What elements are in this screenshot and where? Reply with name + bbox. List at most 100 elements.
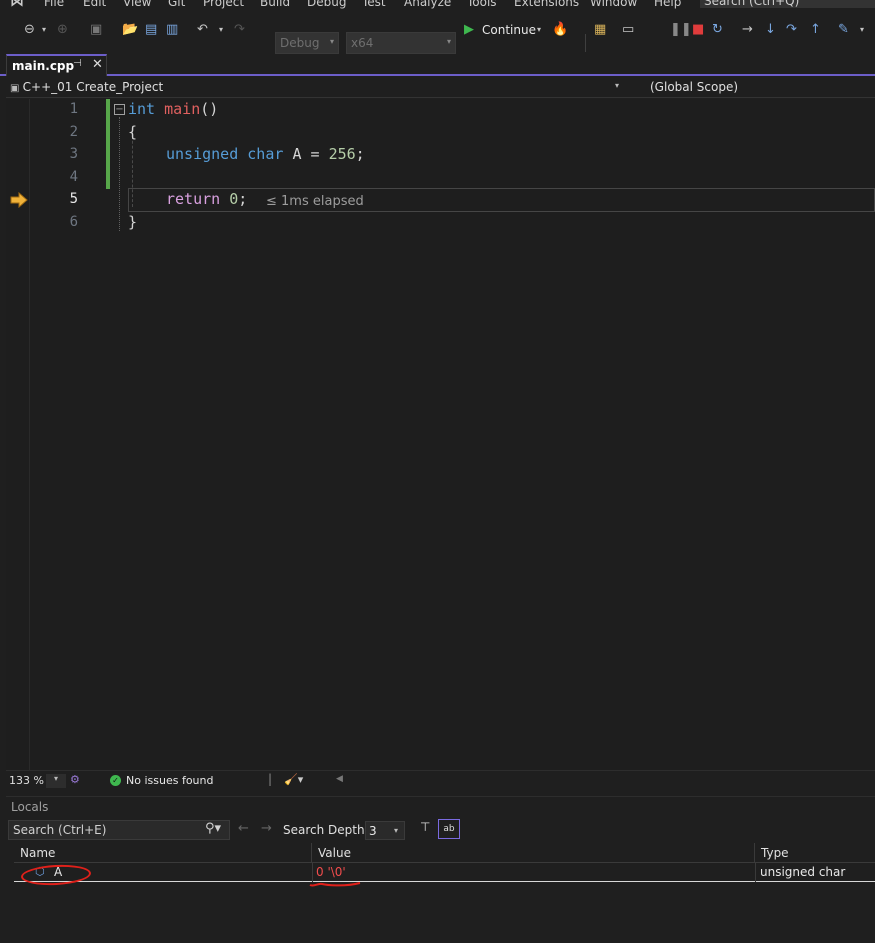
process-explorer-icon[interactable]: ▦ (594, 22, 606, 38)
pin-icon[interactable]: ⊣ (73, 58, 82, 69)
tab-main-cpp[interactable]: main.cpp ⊣ ✕ (6, 54, 107, 76)
global-search-input[interactable]: Search (Ctrl+Q) (700, 0, 875, 8)
code-line-2[interactable]: { (128, 123, 137, 141)
step-out-icon[interactable]: ↑ (810, 22, 821, 38)
row-type: unsigned char (760, 865, 846, 879)
forward-icon[interactable]: ⊕ (57, 22, 68, 38)
visual-studio-logo-icon[interactable]: ⋈ (10, 0, 34, 10)
chevron-down-icon: ▾ (446, 37, 451, 46)
stop-icon[interactable]: ■ (692, 22, 704, 38)
search-back-icon[interactable]: ← (238, 821, 249, 836)
menu-extensions[interactable]: Extensions (514, 0, 579, 9)
continue-play-icon[interactable]: ▶ (464, 22, 474, 38)
new-project-icon[interactable]: ▣ (90, 22, 102, 38)
menu-view[interactable]: View (123, 0, 151, 9)
redo-icon[interactable]: ↷ (234, 22, 245, 38)
column-header-name[interactable]: Name (14, 843, 312, 863)
platform-dropdown[interactable]: x64 ▾ (346, 32, 456, 54)
column-header-type[interactable]: Type (755, 843, 875, 863)
menu-project[interactable]: Project (203, 0, 244, 9)
locals-title: Locals (11, 800, 49, 814)
locals-window-header: Locals (6, 796, 875, 816)
code-line-6[interactable]: } (128, 213, 137, 231)
outline-guide (119, 117, 120, 231)
code-editor[interactable]: 1 2 3 4 5 6 − int main() { unsigned char… (6, 99, 875, 770)
configuration-dropdown[interactable]: Debug ▾ (275, 32, 339, 54)
line-number: 4 (69, 169, 78, 185)
editor-status-bar: 133 % ▾ ⚙ ✓ No issues found | 🧹▾ ◀ (6, 770, 875, 790)
change-indicator-bar (106, 99, 110, 189)
menu-edit[interactable]: Edit (83, 0, 106, 9)
menu-tools[interactable]: Tools (467, 0, 497, 9)
project-name: C++_01 Create_Project (22, 80, 164, 94)
search-placeholder: Search (Ctrl+E) (13, 823, 107, 837)
search-depth-dropdown[interactable]: 3 ▾ (365, 821, 405, 840)
undo-icon[interactable]: ↶ (197, 22, 208, 38)
layout-icon[interactable]: ▭ (622, 22, 634, 38)
current-statement-arrow-icon (10, 192, 28, 208)
collapse-icon[interactable]: − (114, 104, 125, 115)
chevron-down-icon: ▾ (394, 826, 399, 835)
locals-search-input[interactable]: Search (Ctrl+E) ⚲▾ (8, 820, 230, 840)
code-line-3[interactable]: unsigned char A = 256; (166, 145, 365, 163)
hex-display-toggle-icon[interactable]: ab (438, 819, 460, 839)
menu-file[interactable]: File (44, 0, 64, 9)
menu-window[interactable]: Window (590, 0, 637, 9)
chevron-down-icon[interactable]: ▾ (615, 81, 619, 90)
menu-test[interactable]: Test (362, 0, 386, 9)
search-forward-icon[interactable]: → (261, 821, 272, 836)
perf-tip-elapsed[interactable]: ≤ 1ms elapsed (266, 194, 364, 209)
toolbar-overflow-icon[interactable]: ▾ (860, 22, 864, 38)
locals-grid: Name Value Type ⬡ A 0 '\0' unsigned char (14, 843, 875, 943)
code-cleanup-icon[interactable]: 🧹▾ (284, 773, 303, 786)
line-number: 2 (69, 124, 78, 140)
close-icon[interactable]: ✕ (92, 57, 103, 72)
save-icon[interactable]: ▤ (145, 22, 157, 38)
hot-reload-icon[interactable]: 🔥 (552, 22, 568, 38)
search-depth-value: 3 (369, 824, 377, 838)
line-number: 6 (69, 214, 78, 230)
cpp-file-icon: ▣ (10, 83, 23, 94)
platform-value: x64 (351, 36, 374, 50)
back-icon[interactable]: ⊖ (24, 22, 35, 38)
diagnostic-tools-icon[interactable]: ✎ (838, 22, 849, 38)
save-all-icon[interactable]: ▥ (166, 22, 178, 38)
issues-status[interactable]: No issues found (126, 774, 213, 787)
menu-bar: ⋈ File Edit View Git Project Build Debug… (0, 0, 875, 10)
restart-icon[interactable]: ↻ (712, 22, 723, 38)
column-header-value[interactable]: Value (312, 843, 755, 863)
zoom-dropdown-icon[interactable]: ▾ (46, 774, 66, 788)
menu-help[interactable]: Help (654, 0, 681, 9)
step-over-icon[interactable]: ↷ (786, 22, 797, 38)
menu-git[interactable]: Git (168, 0, 185, 9)
menu-debug[interactable]: Debug (307, 0, 346, 9)
step-into-icon[interactable]: ↓ (765, 22, 776, 38)
line-number: 3 (69, 146, 78, 162)
show-next-statement-icon[interactable]: → (742, 22, 753, 38)
scroll-left-icon[interactable]: ◀ (336, 774, 343, 784)
continue-button[interactable]: Continue (482, 22, 536, 38)
scope-dropdown[interactable]: (Global Scope) (650, 80, 738, 94)
search-icon[interactable]: ⚲▾ (205, 821, 221, 836)
continue-dropdown-icon[interactable]: ▾ (537, 22, 541, 38)
code-line-1[interactable]: int main() (128, 100, 218, 118)
menu-build[interactable]: Build (260, 0, 290, 9)
configuration-value: Debug (280, 36, 320, 50)
navigation-bar: ▣ C++_01 Create_Project ▾ (Global Scope) (6, 78, 875, 98)
code-line-5[interactable]: return 0; (166, 190, 247, 208)
search-depth-label: Search Depth: (283, 823, 369, 837)
zoom-level[interactable]: 133 % (9, 774, 44, 787)
undo-dropdown-icon[interactable]: ▾ (219, 22, 223, 38)
line-number: 1 (69, 101, 78, 117)
line-number-current: 5 (69, 191, 78, 207)
open-folder-icon[interactable]: 📂 (122, 22, 138, 38)
pin-source-icon[interactable]: ⊤ (420, 820, 430, 834)
copilot-icon[interactable]: ⚙ (70, 773, 80, 786)
table-row[interactable]: ⬡ A 0 '\0' unsigned char (14, 863, 875, 882)
pause-icon[interactable]: ❚❚ (670, 22, 692, 38)
back-dropdown-icon[interactable]: ▾ (42, 22, 46, 38)
toolbar: ⊖ ▾ ⊕ ▣ 📂 ▤ ▥ ↶ ▾ ↷ Debug ▾ x64 ▾ ▶ Cont… (0, 14, 875, 54)
document-tab-strip: main.cpp ⊣ ✕ (0, 54, 875, 76)
menu-analyze[interactable]: Analyze (404, 0, 451, 9)
project-dropdown[interactable]: ▣ C++_01 Create_Project (10, 80, 163, 94)
